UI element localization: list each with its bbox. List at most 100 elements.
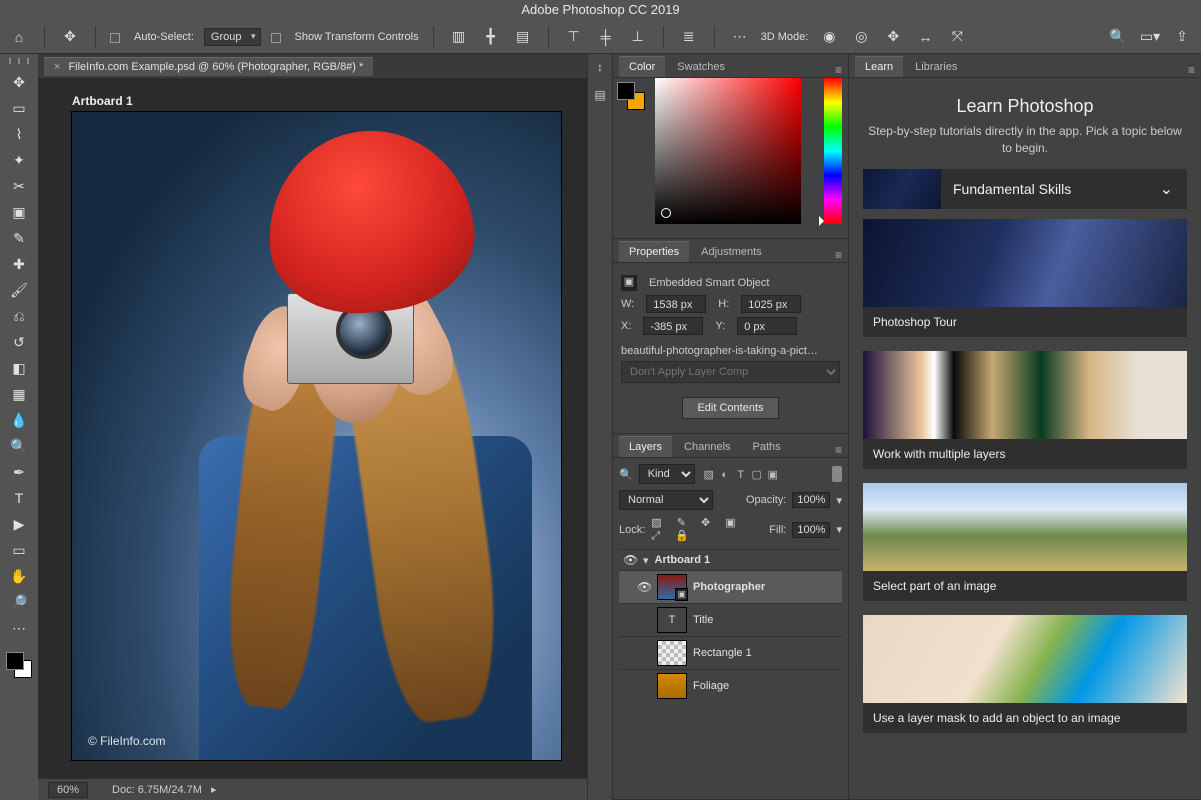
auto-select-checkbox[interactable] <box>110 33 120 43</box>
panel-grip-icon[interactable] <box>9 58 29 64</box>
learn-panel: Learn Libraries ≡ Learn Photoshop Step-b… <box>849 54 1201 800</box>
tab-adjustments[interactable]: Adjustments <box>691 242 772 262</box>
align-left-icon[interactable]: ▥ <box>448 26 470 48</box>
marquee-tool-icon[interactable]: ▭ <box>6 96 32 120</box>
learn-card-layers[interactable]: Work with multiple layers <box>863 351 1187 469</box>
zoom-tool-icon[interactable]: 🔎 <box>6 590 32 614</box>
align-top-icon[interactable]: ⊤ <box>563 26 585 48</box>
visibility-toggle-icon[interactable]: 👁 <box>637 580 651 594</box>
opacity-label: Opacity: <box>746 494 786 506</box>
hue-slider[interactable] <box>824 78 842 224</box>
auto-select-mode-dropdown[interactable]: Group <box>204 28 261 46</box>
type-tool-icon[interactable]: T <box>6 486 32 510</box>
layer-comp-select[interactable]: Don't Apply Layer Comp <box>621 361 840 383</box>
panel-menu-icon[interactable]: ≡ <box>1188 63 1195 77</box>
pen-tool-icon[interactable]: ✒ <box>6 460 32 484</box>
visibility-toggle-icon[interactable]: 👁 <box>623 553 637 567</box>
tab-channels[interactable]: Channels <box>674 437 740 457</box>
color-swatch-pair[interactable] <box>617 82 645 110</box>
frame-tool-icon[interactable]: ▣ <box>6 200 32 224</box>
panel-menu-icon[interactable]: ≡ <box>835 248 842 262</box>
color-field[interactable] <box>655 78 801 224</box>
char-panel-icon[interactable]: ▤ <box>591 88 609 106</box>
x-field[interactable]: -385 px <box>643 317 703 335</box>
layer-filter-kind[interactable]: Kind <box>639 464 695 484</box>
options-bar: ⌂ ✥ Auto-Select: Group Show Transform Co… <box>0 20 1201 54</box>
distribute-icon[interactable]: ≣ <box>678 26 700 48</box>
artboard[interactable]: © FileInfo.com <box>72 112 561 760</box>
document-tab[interactable]: × FileInfo.com Example.psd @ 60% (Photog… <box>44 57 373 76</box>
learn-accordion-fundamental[interactable]: Fundamental Skills ⌄ <box>863 169 1187 209</box>
move-tool-indicator-icon[interactable]: ✥ <box>59 26 81 48</box>
tab-libraries[interactable]: Libraries <box>905 57 967 77</box>
more-options-icon[interactable]: ⋯ <box>729 26 751 48</box>
align-center-h-icon[interactable]: ╋ <box>480 26 502 48</box>
layer-thumb: T <box>657 607 687 633</box>
blend-mode-select[interactable]: Normal <box>619 490 713 510</box>
shape-tool-icon[interactable]: ▭ <box>6 538 32 562</box>
lasso-tool-icon[interactable]: ⌇ <box>6 122 32 146</box>
healing-brush-tool-icon[interactable]: ✚ <box>6 252 32 276</box>
tab-layers[interactable]: Layers <box>619 436 672 457</box>
move-tool-icon[interactable]: ✥ <box>6 70 32 94</box>
workspace-switcher-icon[interactable]: ▭▾ <box>1139 26 1161 48</box>
show-transform-label: Show Transform Controls <box>295 31 419 43</box>
tab-color[interactable]: Color <box>619 56 665 77</box>
artboard-label[interactable]: Artboard 1 <box>72 94 133 108</box>
layer-photographer[interactable]: 👁 ▣ Photographer <box>619 570 842 603</box>
collapsed-panel-dock[interactable]: ↕ ▤ <box>587 54 613 800</box>
learn-card-mask[interactable]: Use a layer mask to add an object to an … <box>863 615 1187 733</box>
width-field[interactable]: 1538 px <box>646 295 706 313</box>
fill-field[interactable]: 100% <box>792 522 830 538</box>
dodge-tool-icon[interactable]: 🔍 <box>6 434 32 458</box>
search-icon[interactable]: 🔍 <box>1107 26 1129 48</box>
canvas[interactable]: Artboard 1 © FileInfo.com <box>38 78 587 778</box>
tab-paths[interactable]: Paths <box>743 437 791 457</box>
panel-menu-icon[interactable]: ≡ <box>835 443 842 457</box>
lock-icons[interactable]: ▧ ✎ ✥ ▣ ⤢ 🔒 <box>651 516 763 543</box>
layer-filter-icons[interactable]: ▧◐T▢▣ <box>701 468 781 481</box>
align-bottom-icon[interactable]: ⊥ <box>627 26 649 48</box>
clone-stamp-tool-icon[interactable]: ⎌ <box>6 304 32 328</box>
filter-toggle[interactable] <box>832 466 842 482</box>
doc-info[interactable]: Doc: 6.75M/24.7M ▸ <box>112 783 216 796</box>
eyedropper-tool-icon[interactable]: ✎ <box>6 226 32 250</box>
layer-title[interactable]: T Title <box>619 603 842 636</box>
tool-palette: ✥ ▭ ⌇ ✦ ✂ ▣ ✎ ✚ 🖌 ⎌ ↺ ◧ ▦ 💧 🔍 ✒ T ▶ ▭ ✋ … <box>0 54 38 800</box>
home-icon[interactable]: ⌂ <box>8 26 30 48</box>
blur-tool-icon[interactable]: 💧 <box>6 408 32 432</box>
learn-card-tour[interactable]: Photoshop Tour <box>863 219 1187 337</box>
history-panel-icon[interactable]: ↕ <box>591 60 609 78</box>
tab-swatches[interactable]: Swatches <box>667 57 735 77</box>
panel-menu-icon[interactable]: ≡ <box>835 63 842 77</box>
tab-learn[interactable]: Learn <box>855 56 903 77</box>
learn-heading: Learn Photoshop <box>863 96 1187 117</box>
foreground-background-swatch[interactable] <box>6 652 32 678</box>
share-icon[interactable]: ⇪ <box>1171 26 1193 48</box>
edit-contents-button[interactable]: Edit Contents <box>682 397 778 419</box>
brush-tool-icon[interactable]: 🖌 <box>6 278 32 302</box>
quick-select-tool-icon[interactable]: ✦ <box>6 148 32 172</box>
layer-artboard[interactable]: 👁 ▾ Artboard 1 <box>619 549 842 570</box>
eraser-tool-icon[interactable]: ◧ <box>6 356 32 380</box>
tab-properties[interactable]: Properties <box>619 241 689 262</box>
disclosure-icon[interactable]: ▾ <box>643 554 649 567</box>
align-center-v-icon[interactable]: ╪ <box>595 26 617 48</box>
close-tab-icon[interactable]: × <box>54 61 60 73</box>
layer-rectangle[interactable]: Rectangle 1 <box>619 636 842 669</box>
gradient-tool-icon[interactable]: ▦ <box>6 382 32 406</box>
height-field[interactable]: 1025 px <box>741 295 801 313</box>
align-right-icon[interactable]: ▤ <box>512 26 534 48</box>
show-transform-checkbox[interactable] <box>271 33 281 43</box>
path-select-tool-icon[interactable]: ▶ <box>6 512 32 536</box>
y-field[interactable]: 0 px <box>737 317 797 335</box>
crop-tool-icon[interactable]: ✂ <box>6 174 32 198</box>
object-type-label: Embedded Smart Object <box>649 277 769 289</box>
edit-toolbar-icon[interactable]: ⋯ <box>6 616 32 640</box>
zoom-field[interactable]: 60% <box>48 782 88 798</box>
opacity-field[interactable]: 100% <box>792 492 830 508</box>
history-brush-tool-icon[interactable]: ↺ <box>6 330 32 354</box>
layer-foliage[interactable]: Foliage <box>619 669 842 702</box>
hand-tool-icon[interactable]: ✋ <box>6 564 32 588</box>
learn-card-select[interactable]: Select part of an image <box>863 483 1187 601</box>
